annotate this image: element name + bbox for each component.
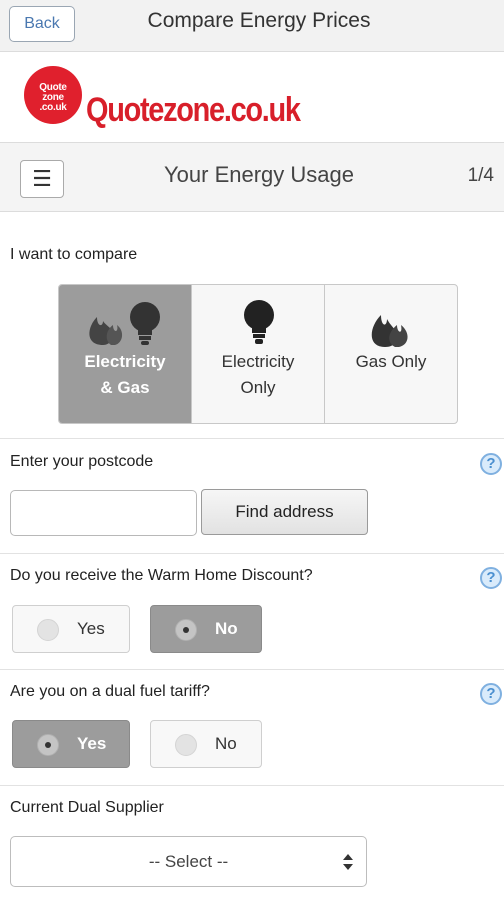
divider	[0, 438, 504, 439]
radio-dot-icon	[37, 734, 59, 756]
dual-fuel-yes-radio[interactable]: Yes	[12, 720, 130, 768]
supplier-label: Current Dual Supplier	[10, 799, 164, 816]
step-title: Your Energy Usage	[164, 162, 354, 187]
radio-dot-icon	[175, 619, 197, 641]
postcode-input[interactable]	[10, 490, 197, 536]
help-icon[interactable]: ?	[480, 683, 502, 705]
dual-fuel-no-radio[interactable]: No	[150, 720, 262, 768]
flame-icon	[325, 295, 457, 351]
app-header: Back Compare Energy Prices	[0, 0, 504, 52]
bulb-icon	[192, 295, 324, 351]
option-electricity-gas[interactable]: Electricity & Gas	[59, 285, 192, 423]
flame-bulb-icon	[59, 295, 191, 351]
quotezone-badge-logo: Quote zone .co.uk	[24, 66, 82, 124]
divider	[0, 553, 504, 554]
compare-label: I want to compare	[10, 246, 138, 263]
radio-dot-icon	[175, 734, 197, 756]
select-arrows-icon	[343, 854, 353, 870]
divider	[0, 785, 504, 786]
step-bar: ☰ Your Energy Usage 1/4	[0, 142, 504, 212]
help-icon[interactable]: ?	[480, 453, 502, 475]
warm-home-label: Do you receive the Warm Home Discount?	[10, 567, 313, 584]
warm-home-no-radio[interactable]: No	[150, 605, 262, 653]
warm-home-yes-radio[interactable]: Yes	[12, 605, 130, 653]
quotezone-logo-text: Quotezone.co.uk	[86, 91, 301, 129]
dual-fuel-label: Are you on a dual fuel tariff?	[10, 683, 210, 700]
divider	[0, 669, 504, 670]
radio-dot-icon	[37, 619, 59, 641]
logo-area: Quote zone .co.uk Quotezone.co.uk	[0, 52, 504, 142]
help-icon[interactable]: ?	[480, 567, 502, 589]
option-electricity-only[interactable]: Electricity Only	[192, 285, 325, 423]
find-address-button[interactable]: Find address	[201, 489, 368, 535]
page-title: Compare Energy Prices	[147, 9, 371, 32]
option-gas-only[interactable]: Gas Only	[325, 285, 457, 423]
postcode-label: Enter your postcode	[10, 453, 154, 470]
supplier-select[interactable]: -- Select --	[10, 836, 367, 887]
step-counter: 1/4	[467, 165, 494, 186]
compare-options: Electricity & Gas Electricity Only Gas O…	[58, 284, 458, 424]
